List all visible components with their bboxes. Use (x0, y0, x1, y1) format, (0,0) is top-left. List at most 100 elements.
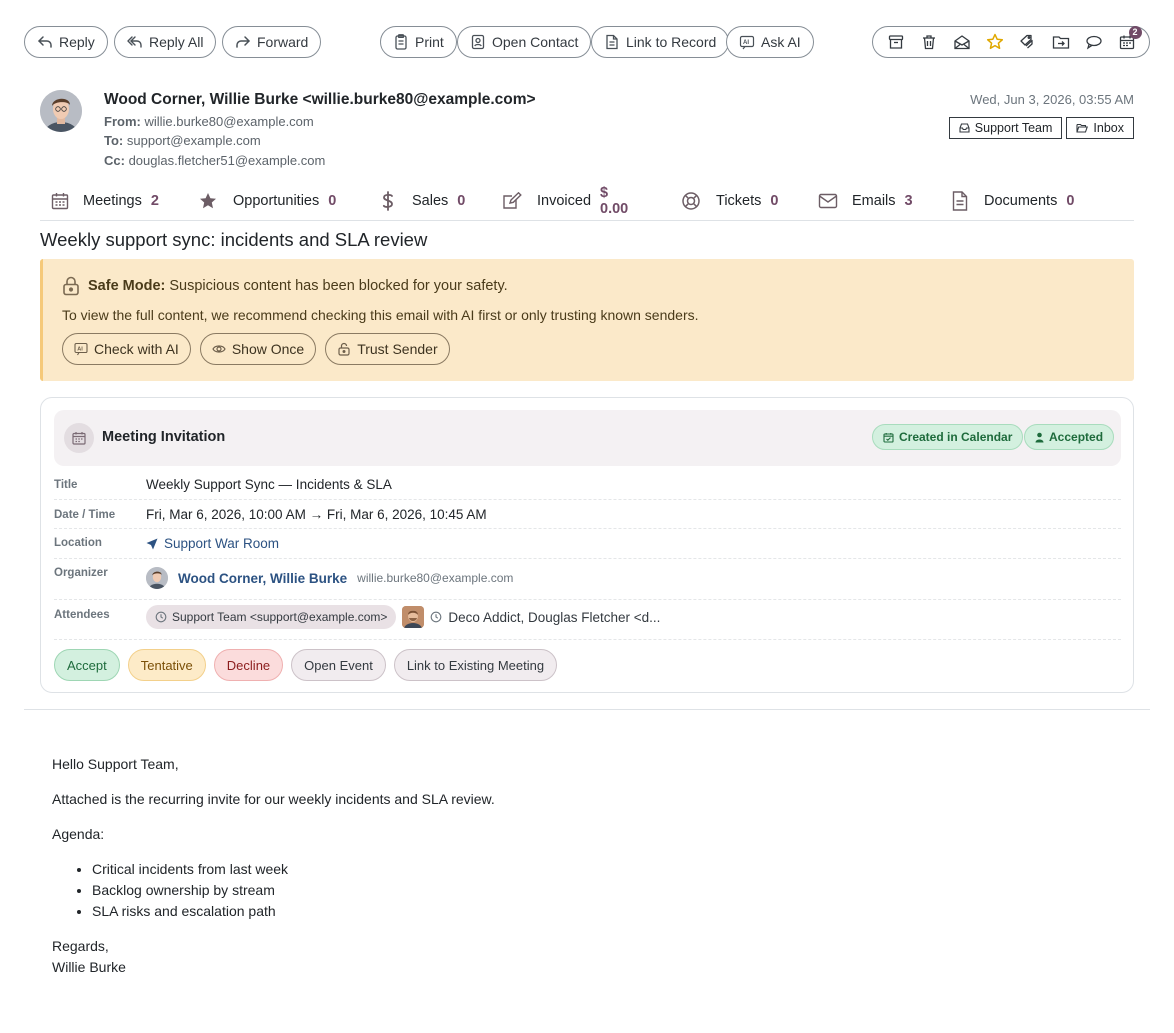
star-icon[interactable] (984, 31, 1006, 53)
meeting-location-link[interactable]: Support War Room (146, 536, 279, 551)
link-to-record-label: Link to Record (626, 34, 717, 50)
link-to-existing-meeting-button[interactable]: Link to Existing Meeting (393, 649, 558, 681)
stat-opportunities-count: 0 (328, 193, 337, 209)
organizer-name-link[interactable]: Wood Corner, Willie Burke (178, 571, 347, 586)
mail-tags: Support Team Inbox (948, 117, 1134, 139)
svg-text:AI: AI (77, 346, 83, 352)
check-with-ai-label: Check with AI (94, 341, 179, 357)
stat-meetings[interactable]: Meetings 2 (50, 189, 159, 213)
meeting-location-value: Support War Room (164, 536, 280, 551)
reply-icon (37, 34, 53, 50)
quick-actions-group: 2 (872, 26, 1150, 58)
meeting-datetime-value: Fri, Mar 6, 2026, 10:00 AM → Fri, Mar 6,… (146, 507, 487, 522)
meeting-row-location: Location Support War Room (54, 529, 1121, 559)
link-to-record-button[interactable]: Link to Record (591, 26, 730, 58)
ai-chat-icon: AI (74, 342, 88, 356)
meeting-datetime-label: Date / Time (54, 509, 116, 521)
body-closing: Regards, (52, 938, 109, 954)
tentative-button[interactable]: Tentative (127, 649, 206, 681)
from-label: From: (104, 114, 141, 129)
agenda-list: Critical incidents from last week Backlo… (52, 859, 495, 922)
sender-avatar[interactable] (40, 90, 82, 132)
open-contact-button[interactable]: Open Contact (457, 26, 592, 58)
stat-tickets-count: 0 (770, 193, 779, 209)
print-button[interactable]: Print (380, 26, 457, 58)
accepted-badge: Accepted (1024, 424, 1115, 450)
tag-support-team[interactable]: Support Team (948, 117, 1063, 139)
check-with-ai-button[interactable]: AI Check with AI (62, 333, 191, 365)
mail-toolbar: Reply Reply All Forward Print Open Conta… (24, 26, 1150, 58)
document-icon (950, 191, 970, 211)
to-label: To: (104, 133, 124, 148)
stat-tickets[interactable]: Tickets 0 (681, 189, 778, 213)
location-arrow-icon (146, 538, 158, 550)
star-icon (198, 191, 218, 211)
email-subject: Weekly support sync: incidents and SLA r… (40, 229, 428, 250)
envelope-icon (818, 191, 838, 211)
to-value: support@example.com (126, 133, 261, 148)
agenda-item: Critical incidents from last week (92, 859, 495, 880)
lock-icon (62, 276, 80, 296)
ask-ai-label: Ask AI (761, 34, 801, 50)
meeting-title-label: Title (54, 479, 78, 491)
move-folder-icon[interactable] (1050, 31, 1072, 53)
user-icon (1035, 432, 1044, 443)
mark-unread-icon[interactable] (951, 31, 973, 53)
calendar-icon[interactable]: 2 (1116, 26, 1142, 53)
stat-sales[interactable]: Sales 0 (378, 189, 465, 213)
organizer-avatar (146, 567, 168, 589)
stat-meetings-count: 2 (150, 193, 159, 209)
tag-inbox[interactable]: Inbox (1066, 117, 1134, 139)
clock-icon (155, 611, 167, 623)
reply-button[interactable]: Reply (24, 26, 108, 58)
archive-icon[interactable] (885, 31, 907, 53)
eye-icon (212, 342, 226, 356)
lifebuoy-icon (681, 191, 701, 211)
accepted-label: Accepted (1049, 430, 1104, 444)
tag-icon[interactable] (1017, 31, 1039, 53)
organizer-info: Wood Corner, Willie Burke willie.burke80… (146, 567, 513, 589)
attendee-other[interactable]: Deco Addict, Douglas Fletcher <d... (448, 610, 660, 625)
forward-label: Forward (257, 34, 309, 50)
forward-button[interactable]: Forward (222, 26, 322, 58)
chat-icon[interactable] (1083, 31, 1105, 53)
stat-emails-count: 3 (904, 193, 913, 209)
attendee-chip-support-team[interactable]: Support Team <support@example.com> (146, 605, 397, 629)
stat-documents[interactable]: Documents 0 (950, 189, 1074, 213)
body-agenda-label: Agenda: (52, 826, 105, 842)
stat-emails-label: Emails (852, 193, 896, 209)
show-once-label: Show Once (231, 341, 305, 357)
attendee-list: Support Team <support@example.com> Deco … (146, 605, 660, 629)
created-in-calendar-label: Created in Calendar (899, 430, 1013, 444)
open-event-button[interactable]: Open Event (291, 649, 386, 681)
trust-sender-button[interactable]: Trust Sender (325, 333, 450, 365)
meeting-organizer-label: Organizer (54, 567, 108, 579)
show-once-button[interactable]: Show Once (199, 333, 317, 365)
calendar-count-badge: 2 (1128, 26, 1142, 39)
stat-opportunities[interactable]: Opportunities 0 (198, 189, 336, 213)
cc-row: Cc: douglas.fletcher51@example.com (104, 153, 325, 168)
body-greeting: Hello Support Team, (52, 756, 179, 772)
cc-value: douglas.fletcher51@example.com (128, 153, 326, 168)
meeting-row-title: Title Weekly Support Sync — Incidents & … (54, 473, 1121, 500)
print-label: Print (415, 34, 444, 50)
stat-sales-count: 0 (457, 193, 466, 209)
print-icon (393, 34, 409, 50)
agenda-item: SLA risks and escalation path (92, 901, 495, 922)
meeting-row-datetime: Date / Time Fri, Mar 6, 2026, 10:00 AM →… (54, 500, 1121, 529)
reply-all-label: Reply All (149, 34, 204, 50)
meeting-row-attendees: Attendees Support Team <support@example.… (54, 600, 1121, 640)
contact-card-icon (470, 34, 486, 50)
email-date: Wed, Jun 3, 2026, 03:55 AM (970, 92, 1134, 107)
meeting-row-organizer: Organizer Wood Corner, Willie Burke will… (54, 559, 1121, 600)
decline-button[interactable]: Decline (213, 649, 284, 681)
rsvp-actions: Accept Tentative Decline Open Event Link… (54, 649, 558, 681)
stat-invoiced[interactable]: Invoiced $ 0.00 (502, 185, 628, 217)
reply-all-button[interactable]: Reply All (114, 26, 217, 58)
accept-button[interactable]: Accept (54, 649, 120, 681)
stat-emails[interactable]: Emails 3 (818, 189, 913, 213)
from-row: From: willie.burke80@example.com (104, 114, 314, 129)
ask-ai-button[interactable]: AI Ask AI (726, 26, 814, 58)
body-intro: Attached is the recurring invite for our… (52, 791, 495, 807)
trash-icon[interactable] (918, 31, 940, 53)
